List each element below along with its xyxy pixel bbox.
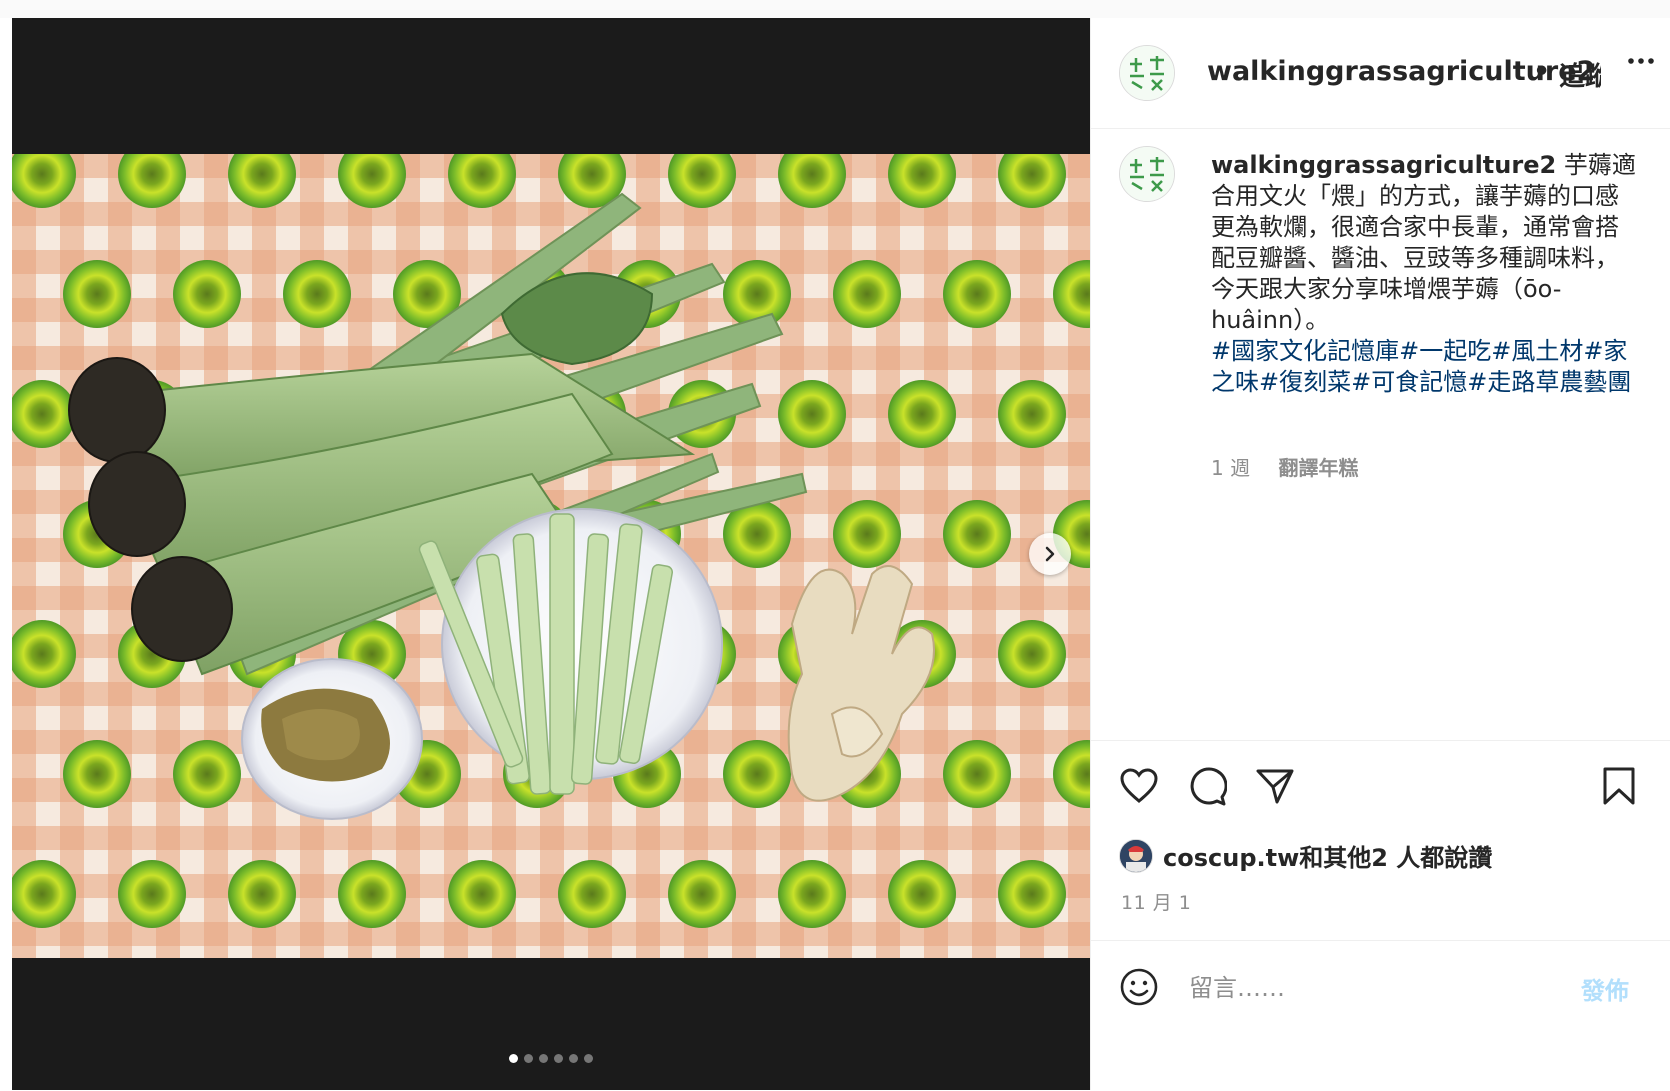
liker-avatar[interactable]: [1119, 838, 1153, 873]
comment-bar: 發佈: [1091, 940, 1670, 1091]
post-caption: walkinggrassagriculture2 芋薅適合用文火「煨」的方式，讓…: [1211, 150, 1641, 398]
post-sidebar: walkinggrassagriculture2 • 追蹤 walkinggra…: [1090, 18, 1670, 1090]
caption-username[interactable]: walkinggrassagriculture2: [1211, 151, 1556, 179]
food-ingredients-photo: [12, 154, 1090, 958]
heart-icon: [1120, 768, 1158, 803]
post-header: walkinggrassagriculture2 • 追蹤: [1091, 18, 1670, 129]
avatar-icon: [1120, 839, 1152, 872]
carousel-dot: [584, 1054, 593, 1063]
post-dialog: walkinggrassagriculture2 • 追蹤 walkinggra…: [12, 18, 1670, 1090]
more-options-button[interactable]: [1626, 46, 1656, 84]
like-button[interactable]: [1119, 766, 1159, 810]
logo-icon: [1120, 147, 1174, 201]
logo-icon: [1120, 46, 1174, 100]
emoji-icon: [1120, 968, 1158, 1006]
carousel-dot: [524, 1054, 533, 1063]
carousel-dot: [554, 1054, 563, 1063]
send-icon: [1256, 769, 1294, 804]
likes-summary: coscup.tw和其他2 人都說讚: [1119, 838, 1492, 873]
emoji-button[interactable]: [1119, 967, 1159, 1011]
carousel-dot: [569, 1054, 578, 1063]
caption-hashtags[interactable]: #國家文化記憶庫#一起吃#風土材#家之味#復刻菜#可食記憶#走路草農藝團: [1211, 337, 1631, 396]
carousel-indicator: [12, 1054, 1090, 1063]
caption-time: 1 週: [1211, 456, 1251, 480]
carousel-dot: [539, 1054, 548, 1063]
comment-button[interactable]: [1187, 766, 1228, 810]
more-icon: [1628, 58, 1654, 64]
share-button[interactable]: [1255, 766, 1295, 810]
chevron-right-icon: [1045, 546, 1055, 562]
separator-dot: •: [1533, 56, 1551, 87]
browser-top-strip: [0, 0, 1670, 18]
post-photo: [12, 154, 1090, 958]
post-media: [12, 18, 1090, 1090]
author-avatar[interactable]: [1119, 45, 1175, 101]
caption-author-avatar[interactable]: [1119, 146, 1175, 202]
comment-input[interactable]: [1187, 969, 1571, 1007]
likes-text[interactable]: coscup.tw和其他2 人都說讚: [1163, 838, 1492, 873]
action-bar: [1091, 740, 1670, 741]
bookmark-icon: [1603, 767, 1635, 805]
comment-icon: [1190, 767, 1228, 806]
translate-link[interactable]: 翻譯年糕: [1278, 456, 1358, 480]
follow-button[interactable]: 追蹤: [1559, 56, 1601, 93]
caption-meta: 1 週 翻譯年糕: [1211, 452, 1358, 481]
post-date: 11 月 1: [1121, 892, 1192, 914]
carousel-dot: [509, 1054, 518, 1063]
save-button[interactable]: [1601, 766, 1637, 810]
miso-plate: [241, 658, 423, 820]
post-comment-button[interactable]: 發佈: [1581, 971, 1629, 1006]
next-image-button[interactable]: [1029, 533, 1071, 575]
